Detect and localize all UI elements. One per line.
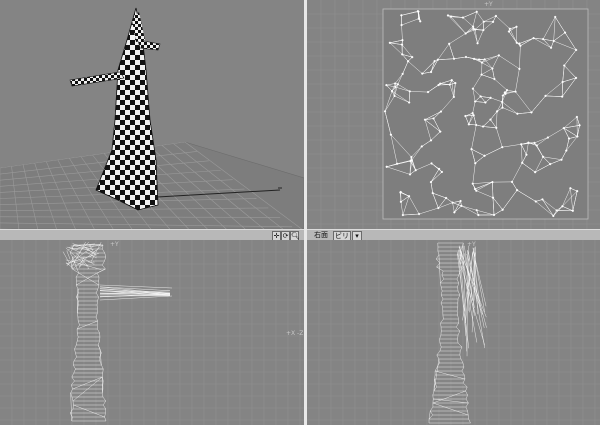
front-axis-label-top: +Y: [110, 241, 119, 248]
uv-axis-label: +Y: [484, 1, 493, 8]
right-viewport[interactable]: +Y: [307, 240, 600, 425]
view-name-label: 右面: [314, 231, 328, 239]
view-dropdown-value: ビリ: [335, 232, 349, 240]
uv-map-canvas: [307, 0, 600, 229]
uv-map-viewport[interactable]: +Y: [307, 0, 600, 229]
perspective-scene: [0, 7, 304, 229]
uv-frame: [382, 8, 589, 220]
front-wireframe-model: [62, 241, 173, 422]
front-viewport[interactable]: +Y +X -Z: [0, 240, 304, 425]
side-axis-label-top: +Y: [467, 241, 476, 248]
front-scene: [0, 240, 304, 425]
side-scene: [307, 240, 600, 425]
viewport-divider: [304, 0, 307, 425]
perspective-viewport[interactable]: [0, 0, 304, 229]
front-axis-label-right: +X -Z: [286, 330, 304, 337]
